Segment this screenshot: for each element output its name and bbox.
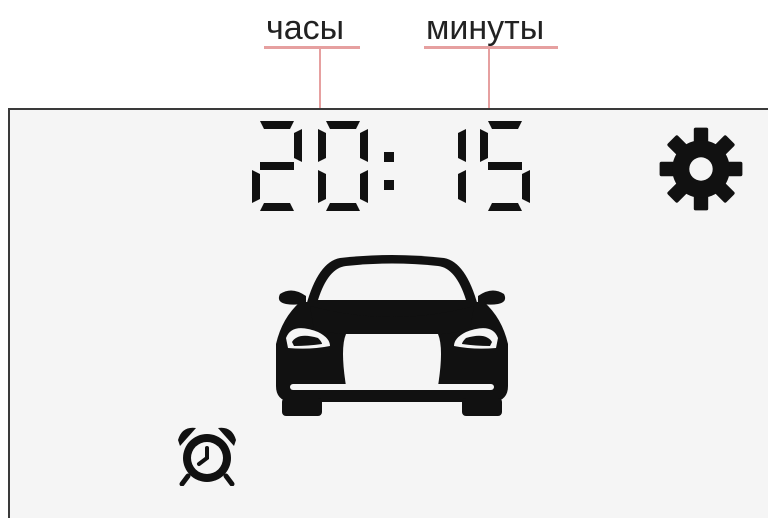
clock-segment-d (326, 203, 360, 211)
clock-digit-minutes-tens (458, 129, 466, 203)
clock-segment-f (480, 129, 488, 162)
clock-segment-d (260, 203, 294, 211)
clock-segment-b (294, 129, 302, 162)
clock-segment-c (458, 170, 466, 203)
clock-segment-g (260, 162, 294, 170)
gear-icon[interactable] (656, 124, 746, 214)
clock-segment-a (260, 121, 294, 129)
hours-annotation-leader (319, 48, 321, 114)
clock-segment-d (488, 203, 522, 211)
minutes-annotation-leader (488, 48, 490, 114)
minutes-annotation-underline (424, 46, 558, 49)
alarm-clock-icon[interactable] (172, 424, 242, 486)
clock-segment-c (522, 170, 530, 203)
separator-dot-top (384, 152, 394, 162)
clock-segment-b (458, 129, 466, 162)
clock-segment-b (360, 129, 368, 162)
clock-segment-c (360, 170, 368, 203)
clock-separator (384, 152, 394, 190)
clock-segment-a (488, 121, 522, 129)
separator-dot-bottom (384, 180, 394, 190)
clock-display (252, 121, 530, 211)
clock-segment-g (488, 162, 522, 170)
clock-digit-hours-ones (318, 121, 368, 211)
minutes-annotation-label: минуты (426, 9, 545, 47)
clock-segment-e (252, 170, 260, 203)
clock-digit-minutes-ones (480, 121, 530, 211)
hours-annotation-label: часы (266, 9, 345, 47)
clock-segment-a (326, 121, 360, 129)
clock-digit-hours-tens (252, 121, 302, 211)
clock-segment-e (318, 170, 326, 203)
car-icon (276, 255, 508, 416)
hours-annotation-underline (264, 46, 360, 49)
clock-segment-f (318, 129, 326, 162)
